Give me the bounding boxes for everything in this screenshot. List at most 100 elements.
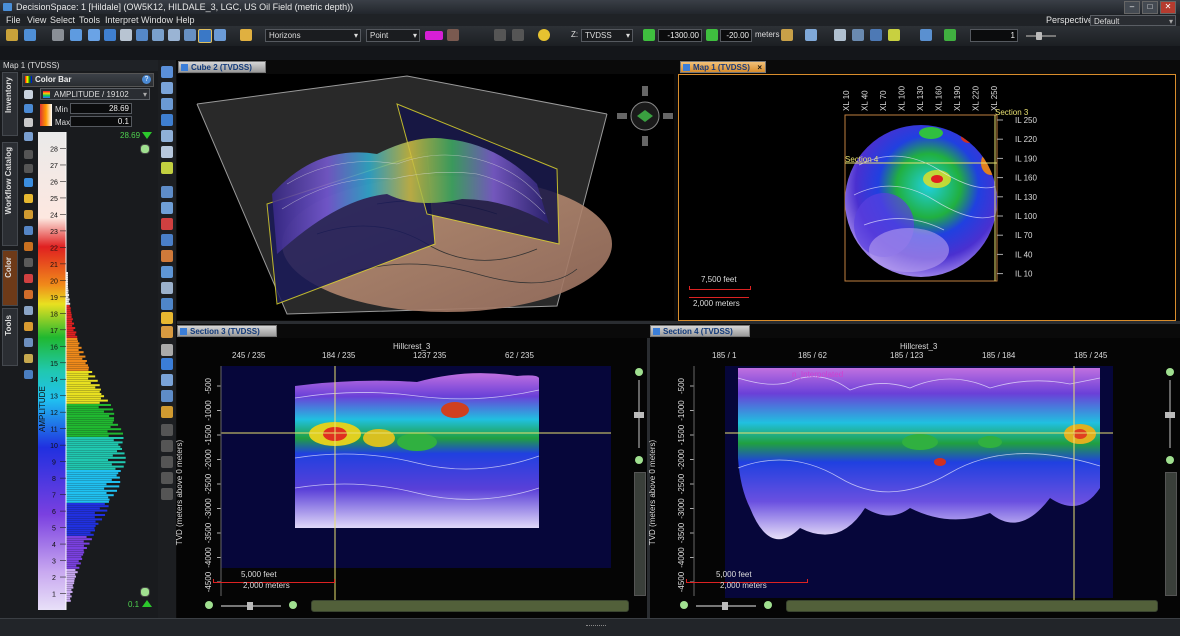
tab-section-4[interactable]: Section 4 (TVDSS) (650, 325, 750, 337)
section3-zoom-in-icon[interactable] (635, 368, 643, 376)
undo-icon[interactable] (494, 29, 506, 41)
section4-zoom-thumb[interactable] (1165, 412, 1175, 418)
paint-icon[interactable] (24, 210, 33, 219)
layers-icon[interactable] (152, 29, 164, 41)
pointer-icon[interactable] (161, 66, 173, 78)
import-icon[interactable] (24, 370, 33, 379)
top-handle-icon[interactable] (142, 132, 152, 139)
menu-interpret[interactable]: Interpret (105, 14, 139, 26)
pick-section-icon[interactable] (161, 406, 173, 418)
measure-icon[interactable] (104, 29, 116, 41)
redo-icon[interactable] (512, 29, 524, 41)
zoom-in-icon[interactable] (140, 144, 150, 154)
picker-icon[interactable] (870, 29, 882, 41)
section-4-view[interactable]: Hillcrest_3 185 / 1 185 / 62 185 / 123 1… (648, 338, 1180, 618)
annotate-icon[interactable] (161, 312, 173, 324)
settings-icon[interactable] (24, 306, 33, 315)
link-icon[interactable] (136, 29, 148, 41)
refresh-icon[interactable] (24, 104, 33, 113)
section-icon[interactable] (161, 234, 173, 246)
section3-h-zoom-thumb[interactable] (247, 602, 253, 610)
edit-icon[interactable] (24, 194, 33, 203)
export-icon[interactable] (24, 354, 33, 363)
cube-view[interactable] (177, 74, 674, 320)
section4-zoom-out-icon[interactable] (1166, 456, 1174, 464)
section3-zoom-out-icon[interactable] (635, 456, 643, 464)
minimize-button[interactable]: – (1124, 1, 1140, 14)
navigation-widget[interactable] (617, 86, 673, 146)
save-icon[interactable] (52, 29, 64, 41)
pick-icon[interactable] (88, 29, 100, 41)
min-input[interactable]: 28.69 (70, 103, 132, 114)
light-icon[interactable] (161, 162, 173, 174)
depth-from-input[interactable]: -1300.00 (658, 29, 702, 42)
section-3-view[interactable]: Hillcrest_3 245 / 235 184 / 235 1237 235… (175, 338, 647, 618)
color-swatch[interactable] (425, 31, 443, 40)
zoom-out-icon[interactable] (140, 587, 150, 597)
redo-icon[interactable] (24, 164, 33, 173)
orange-swatch-icon[interactable] (24, 290, 33, 299)
section3-zoom-thumb[interactable] (634, 412, 644, 418)
chart-icon[interactable] (24, 322, 33, 331)
pan-icon[interactable] (161, 114, 173, 126)
ruler-icon[interactable] (781, 29, 793, 41)
section4-vertical-scrollbar[interactable] (1165, 472, 1177, 596)
fit-icon[interactable] (161, 130, 173, 142)
well-icon[interactable] (161, 282, 173, 294)
menu-view[interactable]: View (27, 14, 46, 26)
colorbar-ramp[interactable] (38, 132, 66, 610)
step-back-icon[interactable] (643, 29, 655, 41)
cube-icon[interactable] (161, 202, 173, 214)
menu-select[interactable]: Select (50, 14, 75, 26)
maximize-button[interactable]: □ (1142, 1, 1158, 14)
section4-h-zoom-thumb[interactable] (722, 602, 728, 610)
section4-h-zoom-out-icon[interactable] (680, 601, 688, 609)
undo-icon[interactable] (24, 150, 33, 159)
tab-workflow-catalog[interactable]: Workflow Catalog (2, 142, 18, 246)
resize-grip-icon[interactable] (586, 625, 606, 629)
layer-section-icon[interactable] (161, 472, 173, 484)
grid-icon[interactable] (852, 29, 864, 41)
menu-help[interactable]: Help (176, 14, 195, 26)
point-select[interactable]: Point ▾ (366, 29, 420, 42)
note-icon[interactable] (161, 326, 173, 338)
z-domain-select[interactable]: TVDSS ▾ (581, 29, 633, 42)
tab-section-3[interactable]: Section 3 (TVDSS) (177, 325, 277, 337)
brush-icon[interactable] (920, 29, 932, 41)
section3-h-zoom-in-icon[interactable] (289, 601, 297, 609)
attribute-select[interactable]: AMPLITUDE / 19102 ▾ (40, 88, 150, 100)
section3-h-zoom-out-icon[interactable] (205, 601, 213, 609)
horizontal-splitter[interactable] (177, 321, 1180, 324)
horizons-select[interactable]: Horizons ▾ (265, 29, 361, 42)
close-tab-icon[interactable]: × (757, 62, 762, 74)
tab-color[interactable]: Color (2, 250, 18, 306)
flip-icon[interactable] (24, 226, 33, 235)
map-view[interactable]: XL 10 XL 40 XL 70 XL 100 XL 130 XL 160 XL 190 X… (678, 74, 1176, 321)
home-icon[interactable] (161, 146, 173, 158)
grid-section-icon[interactable] (161, 456, 173, 468)
tab-tools[interactable]: Tools (2, 308, 18, 366)
pencil-icon[interactable] (240, 29, 252, 41)
section3-horizontal-scrollbar[interactable] (311, 600, 629, 612)
slice-icon[interactable] (161, 186, 173, 198)
zoom-icon[interactable] (161, 98, 173, 110)
slider-icon[interactable] (944, 29, 956, 41)
depth-to-input[interactable]: -20.00 (720, 29, 752, 42)
new-icon[interactable] (6, 29, 18, 41)
pan-section-icon[interactable] (161, 344, 173, 356)
histogram-icon[interactable] (24, 338, 33, 347)
fault-icon[interactable] (161, 266, 173, 278)
red-swatch-icon[interactable] (24, 274, 33, 283)
palette-icon[interactable] (24, 118, 33, 127)
section4-h-zoom-in-icon[interactable] (764, 601, 772, 609)
max-input[interactable]: 0.1 (70, 116, 132, 127)
select-icon[interactable] (70, 29, 82, 41)
display-icon[interactable] (214, 29, 226, 41)
tab-inventory[interactable]: Inventory (2, 72, 18, 136)
tab-map-1[interactable]: Map 1 (TVDSS) × (680, 61, 766, 73)
filter-icon[interactable] (805, 29, 817, 41)
view-icon[interactable] (198, 29, 212, 43)
count-input[interactable]: 1 (970, 29, 1018, 42)
section4-horizontal-scrollbar[interactable] (786, 600, 1158, 612)
open-icon[interactable] (24, 29, 36, 41)
